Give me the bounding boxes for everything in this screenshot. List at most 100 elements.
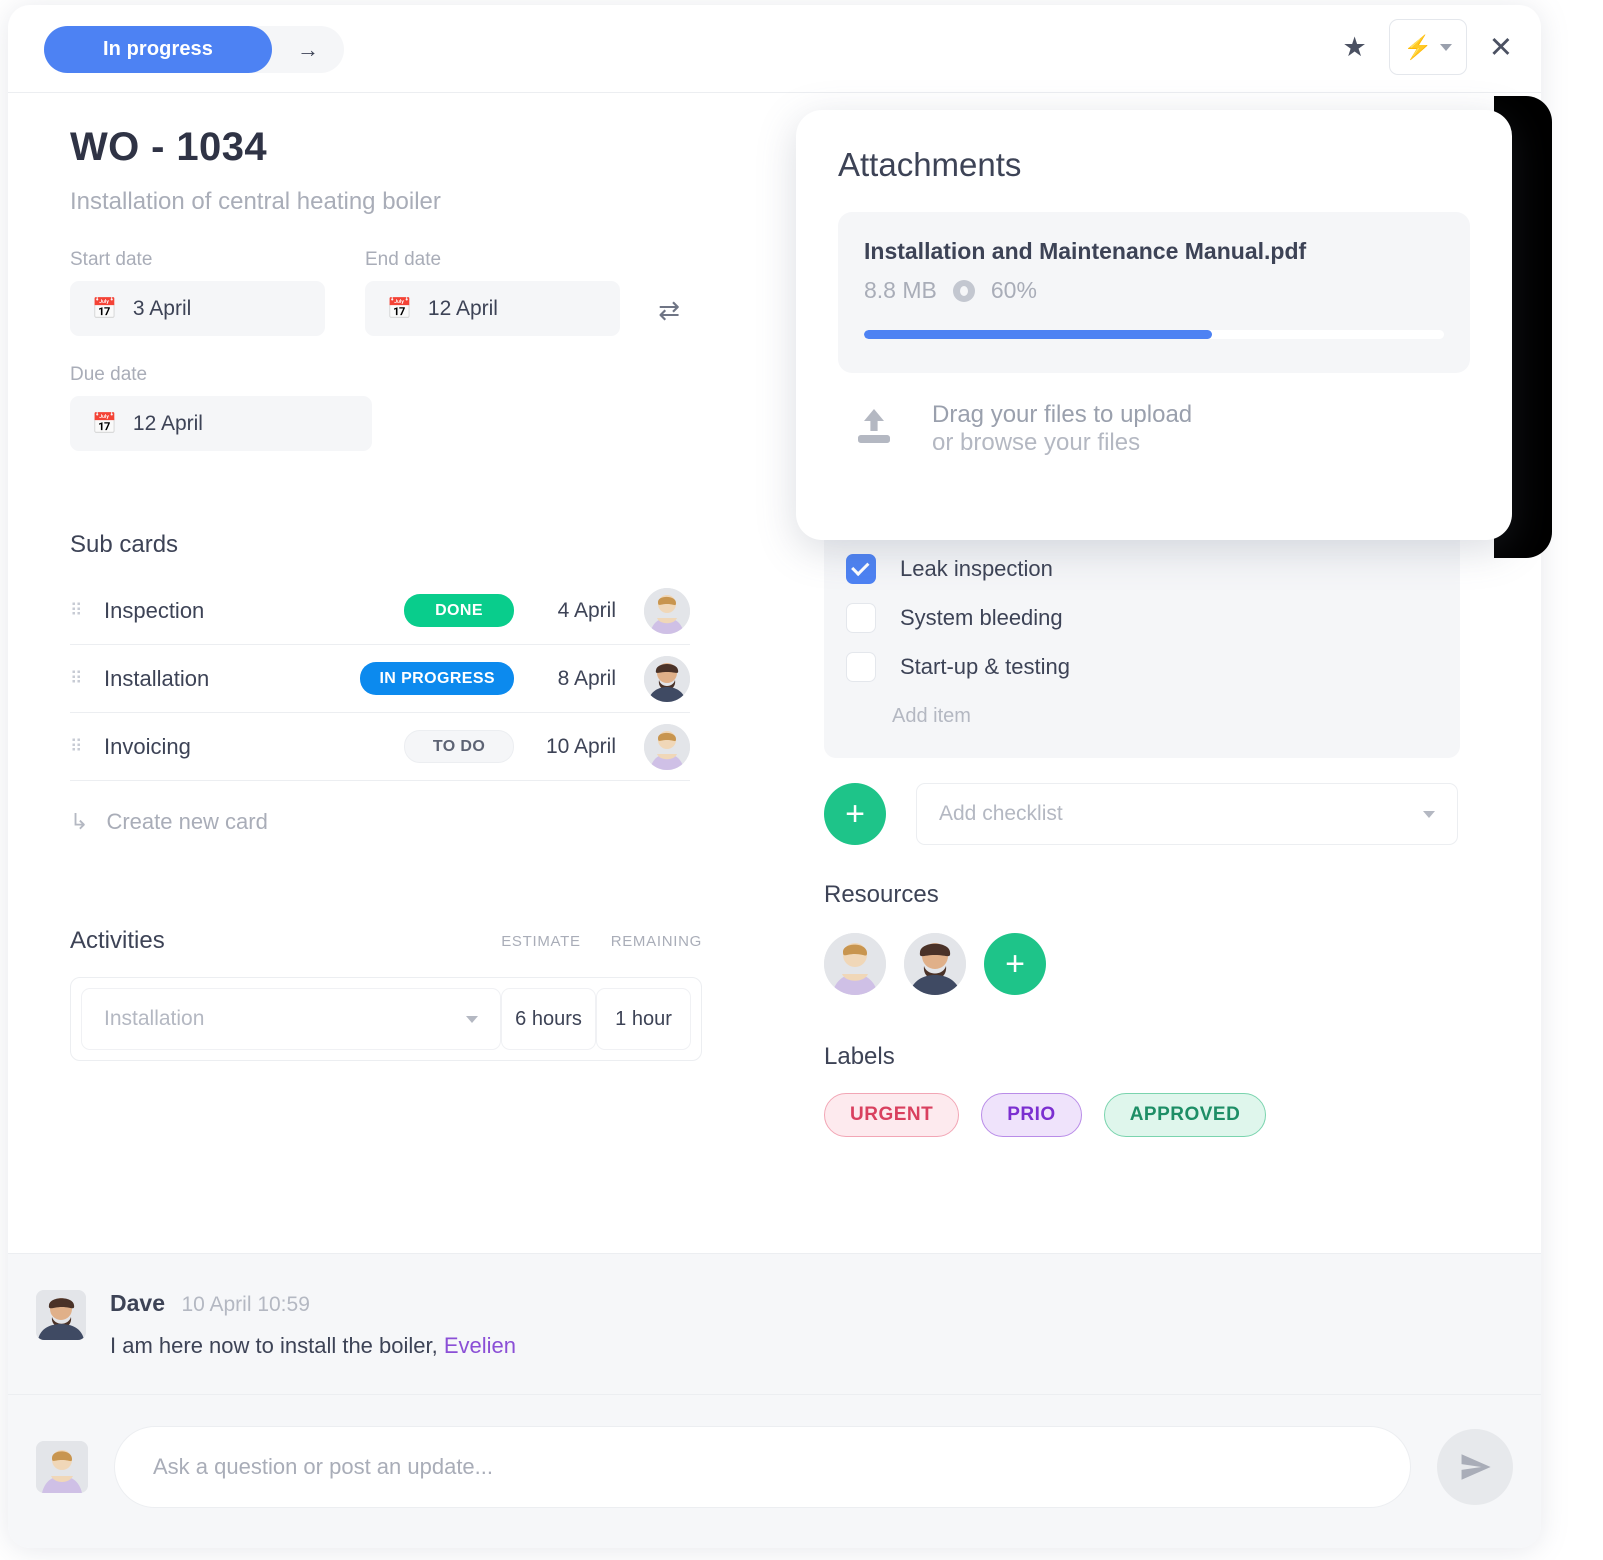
due-date-input[interactable]: 📅 12 April (70, 396, 372, 452)
star-icon[interactable]: ★ (1342, 33, 1366, 61)
divider (8, 1394, 1541, 1395)
avatar[interactable] (644, 655, 690, 702)
start-date-input[interactable]: 📅 3 April (70, 281, 325, 337)
attachments-panel: Attachments Installation and Maintenance… (796, 110, 1512, 540)
label-chip[interactable]: URGENT (824, 1093, 960, 1137)
avatar[interactable] (824, 933, 886, 995)
avatar[interactable] (36, 1441, 88, 1493)
chevron-down-icon (466, 1015, 478, 1023)
status-badge[interactable]: IN PROGRESS (360, 662, 514, 696)
comment-header: Dave 10 April 10:59 (110, 1290, 516, 1317)
activity-select[interactable]: Installation (81, 988, 501, 1051)
activity-remaining[interactable]: 1 hour (596, 988, 691, 1051)
left-column: WO - 1034 Installation of central heatin… (70, 93, 750, 1062)
avatar[interactable] (904, 933, 966, 995)
list-item[interactable]: Leak inspection (824, 544, 1460, 593)
automation-dropdown[interactable]: ⚡ (1388, 19, 1467, 75)
dropzone-text: Drag your files to upload or browse your… (932, 401, 1192, 457)
date-fields: Start date 📅 3 April End date 📅 12 April… (70, 249, 750, 337)
activity-row: Installation 6 hours 1 hour (70, 977, 702, 1062)
send-icon[interactable] (1437, 1429, 1513, 1505)
calendar-icon: 📅 (92, 412, 117, 435)
calendar-icon: 📅 (92, 297, 117, 320)
lightning-bolt-icon: ⚡ (1403, 33, 1433, 60)
comment-author: Dave (110, 1290, 165, 1316)
avatar[interactable] (36, 1290, 86, 1340)
checkbox-icon[interactable] (846, 651, 876, 682)
table-row[interactable]: ⠿ Inspection DONE 4 April (70, 577, 690, 646)
progress-bar (864, 330, 1444, 339)
list-item[interactable]: System bleeding (824, 593, 1460, 642)
add-checklist-select[interactable]: Add checklist (916, 783, 1458, 845)
plus-icon[interactable]: + (824, 783, 886, 845)
end-date-input[interactable]: 📅 12 April (365, 281, 620, 337)
activities-section: Activities ESTIMATE REMAINING Installati… (70, 927, 702, 1062)
comment-input-placeholder: Ask a question or post an update... (153, 1454, 494, 1479)
due-date-value: 12 April (132, 411, 203, 435)
resources-list: + (824, 933, 1046, 995)
drag-handle-icon[interactable]: ⠿ (70, 670, 104, 687)
status-button[interactable]: In progress (44, 26, 272, 73)
stop-upload-icon[interactable] (952, 279, 975, 302)
add-checklist-row: + Add checklist (824, 783, 1458, 845)
start-date-label: Start date (70, 249, 153, 271)
drag-handle-icon[interactable]: ⠿ (70, 602, 104, 619)
avatar[interactable] (644, 723, 690, 770)
comment-body: Dave 10 April 10:59 I am here now to ins… (110, 1290, 516, 1359)
due-date-field: Due date 📅 12 April (70, 364, 372, 452)
table-row[interactable]: ⠿ Installation IN PROGRESS 8 April (70, 645, 690, 714)
column-header-remaining: REMAINING (610, 933, 702, 951)
attachment-progress-text: 60% (990, 277, 1037, 303)
sub-card-name: Invoicing (104, 733, 191, 759)
file-dropzone[interactable]: Drag your files to upload or browse your… (838, 401, 1470, 457)
checkbox-icon[interactable] (846, 602, 876, 633)
create-new-card-label: Create new card (106, 809, 268, 835)
label-chip[interactable]: APPROVED (1103, 1093, 1267, 1137)
close-icon[interactable]: ✕ (1489, 30, 1513, 65)
start-date-field: Start date 📅 3 April (70, 249, 325, 337)
comment-input[interactable]: Ask a question or post an update... (114, 1426, 1411, 1508)
attachment-meta: 8.8 MB 60% (864, 277, 1444, 304)
comment-text: I am here now to install the boiler, Eve… (110, 1333, 516, 1359)
arrow-right-icon[interactable]: → (272, 37, 344, 63)
attachment-item[interactable]: Installation and Maintenance Manual.pdf … (838, 212, 1470, 373)
labels-title: Labels (824, 1043, 895, 1070)
work-order-description: Installation of central heating boiler (70, 188, 441, 215)
status-badge[interactable]: TO DO (404, 730, 514, 764)
attachment-filesize: 8.8 MB (864, 277, 937, 303)
activity-estimate[interactable]: 6 hours (501, 988, 596, 1051)
page-title: WO - 1034 (70, 125, 267, 169)
comment-mention[interactable]: Evelien (444, 1333, 516, 1358)
swap-arrows-icon[interactable]: ⇄ (658, 295, 680, 326)
sub-card-date: 8 April (557, 666, 616, 690)
table-row[interactable]: ⠿ Invoicing TO DO 10 April (70, 713, 690, 782)
avatar[interactable] (644, 587, 690, 634)
sub-card-date: 4 April (557, 598, 616, 622)
status-badge[interactable]: DONE (404, 594, 514, 628)
checklist-item-label: System bleeding (900, 604, 1063, 630)
column-header-estimate: ESTIMATE (501, 933, 581, 951)
activities-header: Activities ESTIMATE REMAINING (70, 927, 702, 955)
return-arrow-icon: ↳ (70, 809, 89, 835)
end-date-label: End date (365, 249, 442, 271)
create-new-card-button[interactable]: ↳ Create new card (70, 809, 750, 835)
list-item[interactable]: Start-up & testing (824, 642, 1460, 691)
status-switcher[interactable]: In progress → (44, 26, 344, 73)
resources-title: Resources (824, 881, 939, 908)
sub-card-name: Installation (104, 665, 210, 691)
comment: Dave 10 April 10:59 I am here now to ins… (8, 1254, 1541, 1359)
checkbox-checked-icon[interactable] (846, 553, 876, 584)
activities-title: Activities (70, 927, 165, 955)
upload-icon (850, 403, 898, 456)
add-item-button[interactable]: Add item (824, 705, 1460, 728)
drag-handle-icon[interactable]: ⠿ (70, 738, 104, 755)
dropzone-line-1: Drag your files to upload (932, 401, 1193, 428)
sub-card-date: 10 April (545, 734, 616, 758)
attachment-filename: Installation and Maintenance Manual.pdf (864, 238, 1307, 264)
dropzone-line-2: or browse your files (932, 429, 1141, 456)
add-resource-button[interactable]: + (984, 933, 1046, 995)
start-date-value: 3 April (132, 296, 192, 320)
comment-text-body: I am here now to install the boiler, (110, 1333, 444, 1358)
comments-section: Dave 10 April 10:59 I am here now to ins… (8, 1253, 1541, 1548)
label-chip[interactable]: PRIO (981, 1093, 1082, 1137)
